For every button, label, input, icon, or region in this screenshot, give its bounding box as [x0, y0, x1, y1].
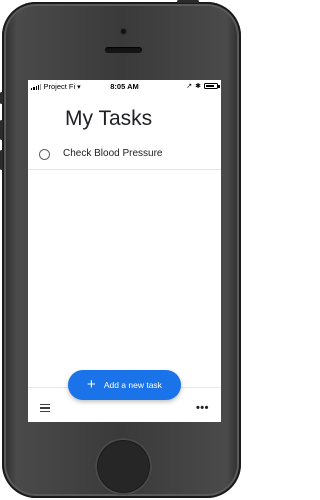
app-screen: Project Fi ▾ 8:05 AM ↗ ✱ My Tasks Check … — [28, 80, 221, 422]
power-button — [177, 0, 199, 3]
status-bar: Project Fi ▾ 8:05 AM ↗ ✱ — [28, 80, 221, 93]
task-label[interactable]: Check Blood Pressure — [63, 148, 163, 159]
task-checkbox[interactable] — [39, 149, 50, 160]
silent-switch — [0, 92, 3, 104]
battery-icon — [204, 83, 220, 89]
earpiece-speaker — [105, 47, 142, 53]
plus-icon: + — [87, 375, 96, 393]
bluetooth-icon: ✱ — [195, 83, 201, 90]
home-button[interactable] — [95, 438, 152, 495]
menu-icon[interactable] — [40, 404, 50, 412]
add-task-label: Add a new task — [103, 380, 162, 390]
status-right: ↗ ✱ — [186, 82, 220, 90]
location-arrow-icon: ↗ — [186, 83, 193, 90]
page-title: My Tasks — [65, 107, 153, 130]
phone-frame: Project Fi ▾ 8:05 AM ↗ ✱ My Tasks Check … — [0, 0, 241, 498]
more-options-icon[interactable]: ••• — [196, 402, 209, 414]
volume-up-button — [0, 120, 3, 140]
front-camera — [120, 28, 127, 35]
volume-down-button — [0, 150, 3, 170]
task-row[interactable]: Check Blood Pressure — [28, 144, 221, 170]
add-task-button[interactable]: + Add a new task — [68, 370, 181, 400]
